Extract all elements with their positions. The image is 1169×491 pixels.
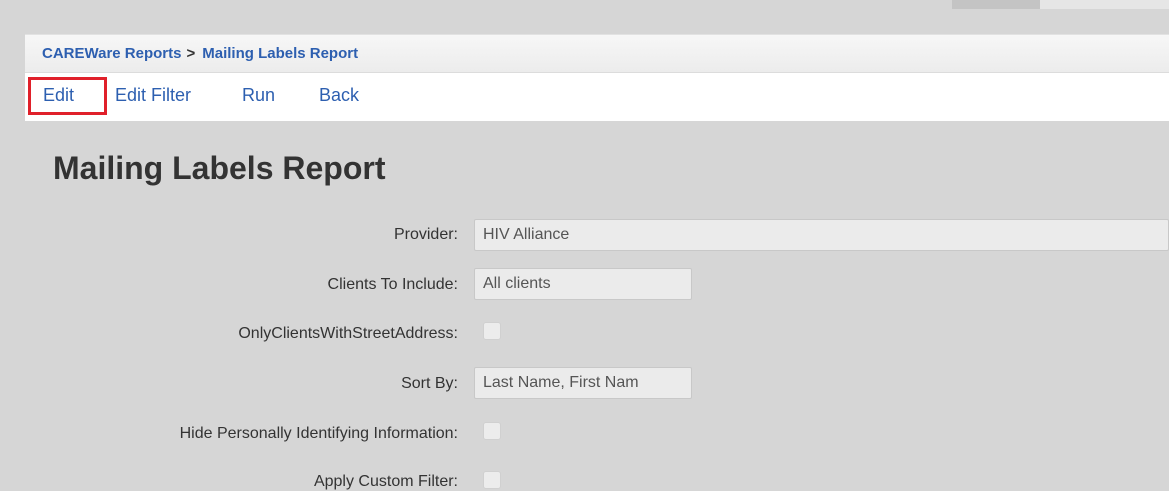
breadcrumb: CAREWare Reports > Mailing Labels Report [25,34,1169,73]
back-link[interactable]: Back [319,85,359,106]
clients-to-include-select[interactable]: All clients [474,268,692,300]
run-link[interactable]: Run [242,85,275,106]
top-strip [0,0,1169,9]
provider-label: Provider: [393,226,458,243]
page-title: Mailing Labels Report [53,150,386,186]
top-tab-placeholder-2 [1040,0,1169,9]
apply-custom-filter-checkbox[interactable] [483,471,501,489]
only-street-address-label: OnlyClientsWithStreetAddress: [238,325,458,342]
edit-link[interactable]: Edit [43,85,74,106]
clients-to-include-label: Clients To Include: [327,276,458,293]
breadcrumb-separator: > [186,45,196,62]
provider-field[interactable]: HIV Alliance [474,219,1169,251]
breadcrumb-root-link[interactable]: CAREWare Reports [42,45,181,62]
sort-by-label: Sort By: [401,375,458,392]
edit-filter-link[interactable]: Edit Filter [115,85,191,106]
hide-pii-label: Hide Personally Identifying Information: [179,425,458,442]
sort-by-select[interactable]: Last Name, First Nam [474,367,692,399]
top-tab-placeholder [952,0,1040,9]
hide-pii-checkbox[interactable] [483,422,501,440]
apply-custom-filter-label: Apply Custom Filter: [313,473,458,490]
only-street-address-checkbox[interactable] [483,322,501,340]
breadcrumb-current-link[interactable]: Mailing Labels Report [202,45,358,62]
action-bar: Edit Edit Filter Run Back [25,73,1169,121]
